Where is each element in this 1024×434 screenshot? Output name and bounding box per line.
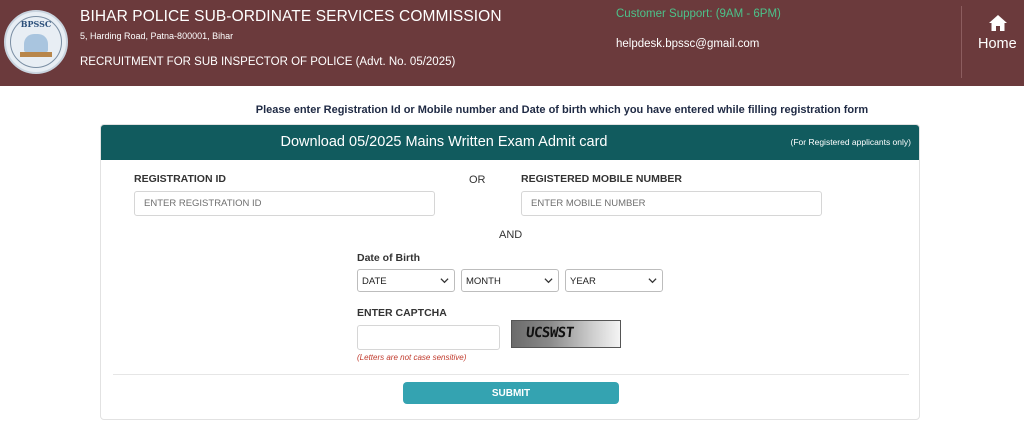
form-divider — [113, 374, 909, 375]
mobile-number-input[interactable] — [521, 191, 822, 216]
site-header: BPSSC BIHAR POLICE SUB-ORDINATE SERVICES… — [0, 0, 1024, 86]
captcha-hint: (Letters are not case sensitive) — [357, 353, 467, 362]
recruitment-title: RECRUITMENT FOR SUB INSPECTOR OF POLICE … — [80, 56, 456, 68]
org-address: 5, Harding Road, Patna-800001, Bihar — [80, 31, 234, 41]
home-icon — [989, 15, 1007, 31]
home-label: Home — [978, 36, 1017, 52]
support-email: helpdesk.bpssc@gmail.com — [616, 38, 760, 50]
admit-card-form: Download 05/2025 Mains Written Exam Admi… — [100, 124, 920, 420]
and-separator: AND — [499, 229, 523, 241]
chevron-down-icon — [648, 278, 657, 284]
bpssc-logo: BPSSC — [4, 10, 68, 74]
card-header: Download 05/2025 Mains Written Exam Admi… — [101, 125, 919, 160]
month-select[interactable]: MONTH — [461, 269, 559, 292]
year-select-value: YEAR — [570, 276, 596, 287]
captcha-image-text: UCSWST — [525, 325, 575, 341]
submit-button[interactable]: SUBMIT — [403, 382, 619, 404]
chevron-down-icon — [544, 278, 553, 284]
chevron-down-icon — [440, 278, 449, 284]
captcha-input[interactable] — [357, 325, 500, 350]
year-select[interactable]: YEAR — [565, 269, 663, 292]
org-title: BIHAR POLICE SUB-ORDINATE SERVICES COMMI… — [80, 8, 502, 25]
registration-id-input[interactable] — [134, 191, 435, 216]
registered-only-note: (For Registered applicants only) — [790, 137, 911, 147]
or-separator: OR — [469, 174, 486, 186]
date-select-value: DATE — [362, 276, 387, 287]
logo-text: BPSSC — [20, 19, 52, 29]
month-select-value: MONTH — [466, 276, 501, 287]
captcha-image: UCSWST — [511, 320, 621, 348]
mobile-number-label: REGISTERED MOBILE NUMBER — [521, 173, 683, 185]
header-divider — [961, 6, 962, 78]
captcha-label: ENTER CAPTCHA — [357, 307, 447, 319]
instruction-text: Please enter Registration Id or Mobile n… — [255, 104, 869, 116]
customer-support-hours: Customer Support: (9AM - 6PM) — [616, 8, 781, 20]
date-select[interactable]: DATE — [357, 269, 455, 292]
dob-label: Date of Birth — [357, 252, 420, 264]
card-title: Download 05/2025 Mains Written Exam Admi… — [280, 134, 608, 150]
registration-id-label: REGISTRATION ID — [134, 173, 226, 185]
home-link[interactable]: Home — [974, 14, 1024, 56]
